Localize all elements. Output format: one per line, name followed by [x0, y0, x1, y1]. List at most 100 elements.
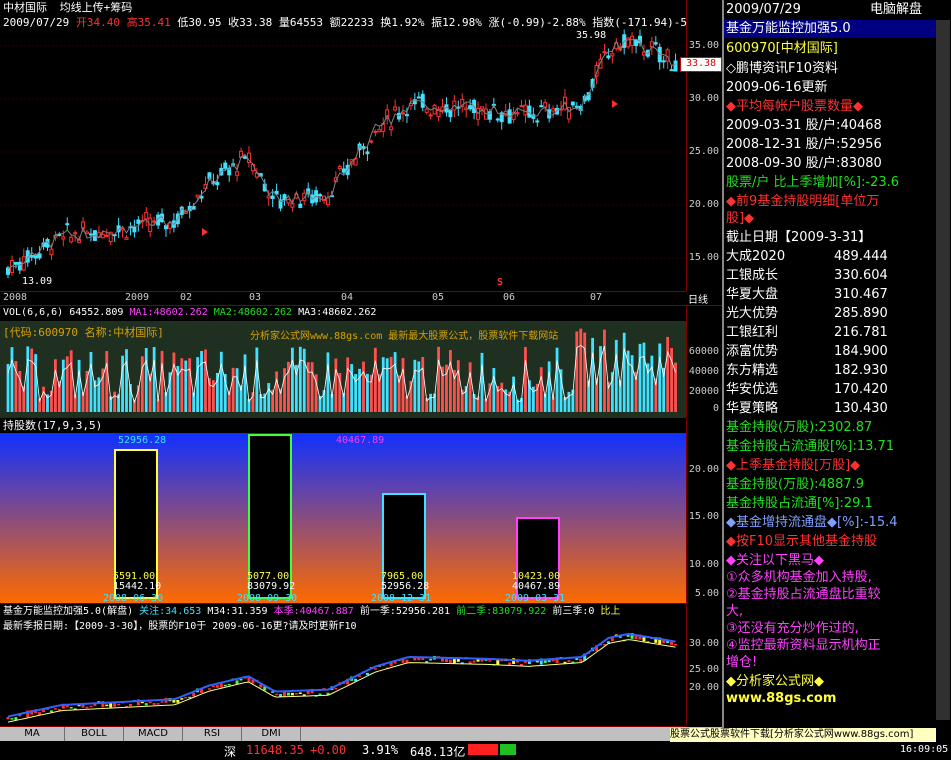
- fund-candle: [275, 693, 279, 696]
- candle: [215, 181, 220, 186]
- volume-bar: [389, 356, 393, 412]
- tab-rsi[interactable]: RSI: [183, 727, 242, 741]
- fund-name: 华夏大盘: [726, 287, 779, 302]
- candle: [373, 130, 378, 133]
- volume-bar: [113, 391, 117, 412]
- candle: [167, 222, 172, 229]
- fund-candles[interactable]: [0, 604, 686, 726]
- fund-candle: [53, 708, 57, 710]
- candle: [610, 53, 615, 57]
- f10-more-link[interactable]: ◆按F10显示其他基金持股: [726, 533, 877, 551]
- advance-bar: [468, 744, 498, 755]
- clock: 16:09:05: [900, 744, 949, 755]
- volume-bar: [235, 368, 239, 412]
- volume-bar: [346, 357, 350, 412]
- fund-value: 130.430: [834, 401, 888, 416]
- volume-bar: [30, 348, 34, 412]
- volume-bar: [140, 356, 144, 412]
- candle: [88, 233, 93, 236]
- sidebar-date: 2009/07/29: [726, 2, 801, 17]
- volume-bar: [172, 352, 176, 412]
- price-panel[interactable]: 中材国际 均线上传+筹码 2009/07/29 开34.40 高35.41 低3…: [0, 0, 687, 292]
- index-value: 11648.35: [246, 743, 304, 757]
- fund-candle: [180, 698, 184, 700]
- sidebar-mode: 电脑解盘: [870, 2, 923, 17]
- volume-bar: [223, 373, 227, 412]
- volume-bar: [89, 351, 93, 412]
- candle: [17, 261, 22, 271]
- volume-bar: [326, 352, 330, 412]
- candle: [630, 35, 635, 46]
- top9-head-2: 股]◆: [726, 211, 755, 226]
- candle: [152, 220, 157, 223]
- fund-candle: [105, 704, 109, 707]
- fund-candle: [239, 679, 243, 681]
- volume-panel[interactable]: VOL(6,6,6) 64552.809 MA1:48602.262 MA2:4…: [0, 306, 686, 418]
- fund-candle: [294, 693, 298, 695]
- candle: [401, 112, 405, 115]
- candle: [377, 129, 382, 133]
- candle: [132, 226, 137, 233]
- fund-panel[interactable]: 基金万能监控加强5.0(解盘) 关注:34.653 M34:31.359 本季:…: [0, 604, 686, 727]
- fund-candle: [417, 658, 421, 661]
- market-label: 深: [224, 745, 237, 759]
- candle: [424, 108, 429, 113]
- volume-bar: [188, 358, 192, 412]
- candle: [428, 114, 433, 117]
- fund-candle: [334, 687, 338, 690]
- holders-axis: 20.00 15.00 10.00 5.00: [686, 418, 723, 603]
- fund-candle: [207, 688, 211, 690]
- fund-name: 添富优势: [726, 344, 779, 359]
- candle: [365, 151, 370, 155]
- fund-candle: [144, 703, 148, 706]
- site-link[interactable]: www.88gs.com: [726, 690, 836, 708]
- tab-macd[interactable]: MACD: [124, 727, 183, 741]
- candle: [286, 199, 291, 204]
- volume-bar: [441, 366, 444, 412]
- fund-candle: [160, 701, 164, 703]
- candle: [136, 219, 141, 224]
- candle: [69, 236, 74, 243]
- f10-link[interactable]: ◇鹏博资讯F10资料: [726, 60, 838, 78]
- fund-candle: [472, 660, 476, 663]
- candle: [432, 104, 437, 115]
- ad-banner[interactable]: 股票公式股票软件下载[分析家公式网www.88gs.com]: [670, 728, 936, 742]
- volume-bar: [385, 358, 389, 412]
- fund-candle: [468, 661, 472, 664]
- candle: [298, 203, 303, 208]
- fund-candle: [286, 692, 290, 696]
- avg-head: ◆平均每帐户股票数量◆: [726, 99, 863, 114]
- tab-dmi[interactable]: DMI: [242, 727, 301, 741]
- volume-bar: [429, 393, 433, 412]
- volume-bars[interactable]: [0, 306, 686, 417]
- candle: [341, 168, 346, 173]
- candle: [57, 233, 62, 236]
- volume-bar: [488, 383, 492, 412]
- candle: [515, 112, 520, 115]
- candlestick-chart[interactable]: [0, 0, 686, 291]
- buy-arrow-icon: [612, 100, 618, 108]
- volume-bar: [358, 368, 361, 412]
- holders-panel[interactable]: 持股数(17,9,3,5) 52956.28 40467.89 5591.00 …: [0, 418, 686, 604]
- main-chart-area[interactable]: 中材国际 均线上传+筹码 2009/07/29 开34.40 高35.41 低3…: [0, 0, 722, 758]
- volume-bar: [184, 360, 188, 412]
- volume-bar: [421, 357, 425, 412]
- tab-ma[interactable]: MA: [0, 727, 65, 741]
- volume-bar: [350, 364, 354, 412]
- avg-row: 2008-09-30 股/户:83080: [726, 156, 882, 171]
- volume-bar: [492, 367, 496, 412]
- site-head: ◆分析家公式网◆: [726, 674, 824, 689]
- candle: [661, 60, 666, 63]
- sidebar-scrollbar[interactable]: [936, 20, 950, 720]
- fund-candle: [365, 672, 369, 676]
- tab-boll[interactable]: BOLL: [65, 727, 124, 741]
- fund-candle: [298, 692, 302, 694]
- candle: [49, 248, 54, 256]
- candle: [420, 93, 425, 108]
- period-label[interactable]: 日线: [688, 291, 708, 306]
- indicator-tabs: MA BOLL MACD RSI DMI: [0, 727, 722, 741]
- candle: [266, 195, 271, 199]
- top9-head: ◆前9基金持股明细[单位万: [726, 194, 880, 209]
- candle: [570, 101, 575, 106]
- volume-bar: [160, 350, 164, 412]
